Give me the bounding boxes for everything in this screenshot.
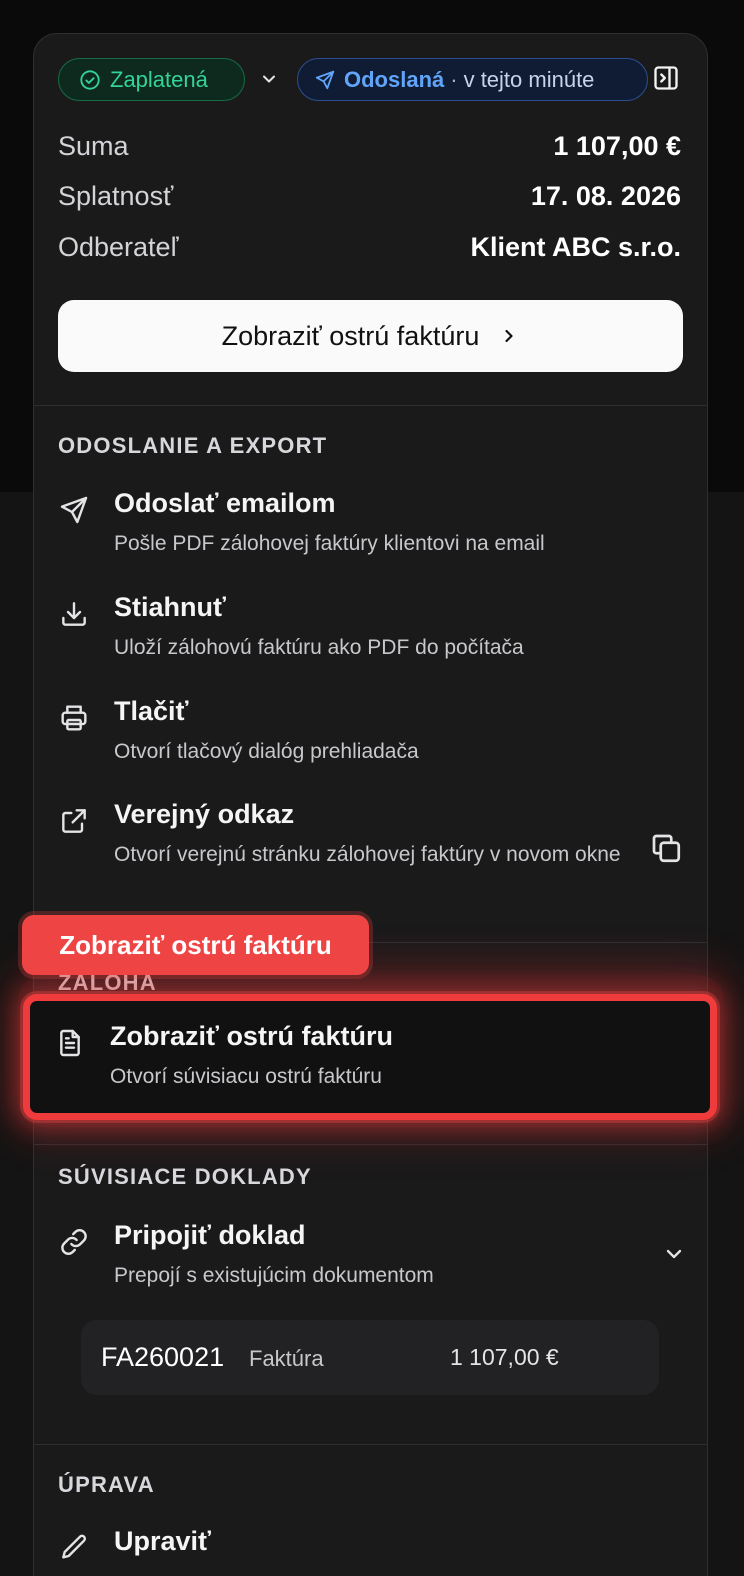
status-dropdown-button[interactable] [254, 64, 284, 94]
document-icon [60, 1029, 80, 1057]
action-description: Uloží zálohovú faktúru ako PDF do počíta… [114, 636, 524, 659]
action-title: Zobraziť ostrú faktúru [110, 1021, 393, 1051]
action-title: Stiahnuť [114, 592, 226, 622]
chevron-down-icon [263, 75, 275, 83]
pencil-icon [62, 1534, 87, 1559]
action-description: Otvorí tlačový dialóg prehliadača [114, 740, 419, 763]
document-type: Faktúra [249, 1346, 324, 1371]
copy-link-button[interactable] [648, 830, 684, 866]
external-link-icon [62, 809, 86, 833]
action-attach-document[interactable]: Pripojiť doklad Prepojí s existujúcim do… [58, 1220, 683, 1290]
document-number: FA260021 [101, 1342, 225, 1372]
status-badge-sent[interactable]: Odoslaná · v tejto minúte [297, 58, 648, 101]
status-sent-label: Odoslaná [344, 66, 445, 92]
due-date-label: Splatnosť [58, 181, 174, 211]
check-circle-icon [80, 69, 100, 90]
due-date-value: 17. 08. 2026 [530, 181, 681, 211]
section-title-export: ODOSLANIE A EXPORT [58, 433, 328, 458]
section-title-related: SÚVISIACE DOKLADY [58, 1164, 312, 1189]
divider [34, 1444, 707, 1445]
chevron-right-icon [505, 329, 513, 343]
related-document-card[interactable]: FA260021 Faktúra 1 107,00 € [81, 1320, 659, 1395]
action-description: Otvorí verejnú stránku zálohovej faktúry… [114, 843, 621, 866]
document-amount: 1 107,00 € [450, 1344, 559, 1370]
view-final-invoice-button[interactable]: Zobraziť ostrú faktúru [58, 300, 683, 372]
action-title: Pripojiť doklad [114, 1220, 306, 1250]
link-icon [61, 1229, 87, 1255]
status-sent-time: v tejto minúte [463, 66, 595, 92]
send-icon [315, 70, 335, 89]
status-badge-paid[interactable]: Zaplatená [58, 58, 245, 101]
status-separator: · [450, 66, 458, 92]
copy-icon [652, 834, 681, 863]
view-final-invoice-label: Zobraziť ostrú faktúru [221, 320, 480, 351]
highlight-tooltip: Zobraziť ostrú faktúru [22, 915, 369, 975]
action-content: Zobraziť ostrú faktúru Otvorí súvisiacu … [54, 1021, 694, 1091]
divider [34, 405, 707, 406]
action-title: Upraviť [114, 1526, 211, 1556]
action-public-link[interactable]: Verejný odkaz Otvorí verejnú stránku zál… [58, 799, 683, 904]
customer-value: Klient ABC s.r.o. [470, 232, 681, 262]
collapse-panel-button[interactable] [650, 62, 682, 94]
sidebar-collapse-icon [654, 66, 678, 90]
action-title: Odoslať emailom [114, 488, 336, 518]
divider [34, 1144, 707, 1145]
amount-label: Suma [58, 131, 129, 161]
action-download[interactable]: Stiahnuť Uloží zálohovú faktúru ako PDF … [58, 592, 683, 662]
action-edit[interactable]: Upraviť [58, 1526, 683, 1576]
action-description: Pošle PDF zálohovej faktúry klientovi na… [114, 532, 545, 555]
amount-value: 1 107,00 € [553, 131, 681, 161]
printer-icon [61, 705, 87, 731]
chevron-down-icon[interactable] [662, 1242, 686, 1266]
action-description: Otvorí súvisiacu ostrú faktúru [110, 1065, 382, 1088]
status-paid-label: Zaplatená [110, 66, 208, 92]
customer-label: Odberateľ [58, 232, 179, 262]
action-title: Verejný odkaz [114, 799, 295, 829]
action-title: Tlačiť [114, 696, 189, 726]
action-view-final-invoice[interactable]: Zobraziť ostrú faktúru Otvorí súvisiacu … [23, 994, 717, 1120]
action-description: Prepojí s existujúcim dokumentom [114, 1264, 434, 1287]
invoice-detail-panel: Zaplatená Odoslaná · v tejto minúte Suma… [33, 33, 708, 1576]
send-icon [60, 496, 88, 524]
action-print[interactable]: Tlačiť Otvorí tlačový dialóg prehliadača [58, 696, 683, 766]
action-send-email[interactable]: Odoslať emailom Pošle PDF zálohovej fakt… [58, 488, 683, 558]
section-title-edit: ÚPRAVA [58, 1472, 155, 1497]
download-icon [62, 602, 86, 626]
